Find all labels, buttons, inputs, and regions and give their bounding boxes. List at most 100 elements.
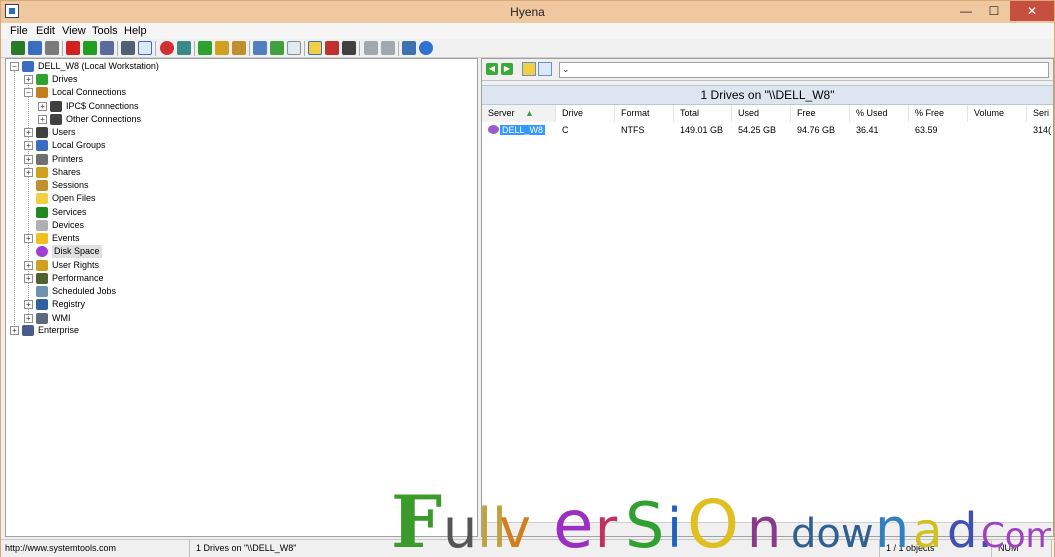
column-header-label: % Used [856,108,888,118]
services-icon [36,206,48,218]
document-icon[interactable] [287,41,301,55]
add-icon[interactable] [83,41,97,55]
table-cell[interactable]: 149.01 GB [674,123,723,137]
hierarchy-icon[interactable] [270,41,284,55]
help-icon[interactable] [419,41,433,55]
column-header-drive[interactable]: Drive [556,105,615,122]
expand-icon[interactable]: + [24,154,33,164]
column-header-free[interactable]: % Free [909,105,968,122]
delete-icon[interactable] [66,41,80,55]
cell-value: 149.01 GB [680,125,724,135]
tree-label: Local Connections [52,87,127,98]
table-cell[interactable]: 63.59 [909,123,938,137]
user-admin-icon[interactable] [342,41,356,55]
expand-icon[interactable]: + [38,101,47,111]
expand-icon[interactable]: + [10,326,19,335]
report-view-icon[interactable] [522,62,536,76]
table-cell[interactable]: 314( [1027,123,1051,137]
other-connections-icon [50,113,62,125]
column-header-server[interactable]: Server ▲ [482,105,556,122]
menu-bar: File Edit View Tools Help [1,23,1054,39]
close-button[interactable]: ✕ [1010,1,1054,21]
drives-list[interactable]: Server ▲ Drive Format Total Used Free % Used % … [482,105,1053,536]
watermark-logo: F u ll v e r S i O n dow n a d. Com [391,479,1051,555]
properties-icon[interactable] [100,41,114,55]
expand-icon[interactable]: + [24,167,33,177]
print-icon[interactable] [45,41,59,55]
toolbar-separator [398,41,399,56]
menu-file[interactable]: File [10,25,28,37]
refresh-icon[interactable] [177,41,191,55]
svg-text:n: n [747,497,781,555]
expand-icon[interactable]: + [24,128,33,137]
column-header-used[interactable]: % Used [850,105,909,122]
collapse-icon[interactable]: − [24,88,33,98]
tree-view-icon[interactable] [121,41,135,55]
toolbar-separator [194,41,195,56]
network-icon[interactable] [11,41,25,55]
expand-icon[interactable]: + [24,260,33,270]
table-cell[interactable]: 36.41 [850,123,879,137]
tree-label: Enterprise [38,325,80,335]
forward-arrow-icon[interactable]: ▶ [501,63,513,75]
bookmark-icon[interactable] [215,41,229,55]
registry-icon [36,299,48,311]
table-cell[interactable]: DELL_W8 [494,123,546,137]
expand-icon[interactable]: + [24,141,33,151]
expand-icon[interactable]: + [24,300,33,310]
table-cell[interactable]: C [556,123,569,137]
table-cell[interactable] [968,123,974,137]
tools-icon[interactable] [232,41,246,55]
detail-view-icon[interactable] [538,62,552,76]
chevron-down-icon[interactable]: ⌄ [562,64,570,75]
back-arrow-icon[interactable]: ◀ [486,63,498,75]
tree-label: DELL_W8 (Local Workstation) [38,61,159,71]
tree-pane[interactable]: − DELL_W8 (Local Workstation) + Drives − Lo… [5,58,478,537]
selected-server-cell: DELL_W8 [500,125,546,135]
svg-text:v: v [499,497,531,555]
path-combobox[interactable]: ⌄ [559,62,1049,78]
table-cell[interactable]: 54.25 GB [732,123,776,137]
minimize-button[interactable]: — [952,1,980,21]
expand-icon[interactable]: + [24,313,33,323]
filter-icon[interactable] [198,41,212,55]
window-title: Hyena [510,5,545,19]
collapse-icon[interactable]: − [10,62,19,71]
content-pane: ◀ ▶ ⌄ 1 Drives on "\\DELL_W8" Server ▲ Dr… [481,58,1054,537]
copy-icon[interactable] [253,41,267,55]
column-header-total[interactable]: Total [674,105,732,122]
chart-icon[interactable] [325,41,339,55]
list-view-icon[interactable] [138,41,152,55]
stop-icon[interactable] [160,41,174,55]
column-header-format[interactable]: Format [615,105,674,122]
column-header-label: Drive [562,108,584,118]
toolbar-separator [117,41,118,56]
column-header-free[interactable]: Free [791,105,850,122]
menu-view[interactable]: View [62,25,86,37]
computer-icon[interactable] [28,41,42,55]
column-header-volume[interactable]: Volume [968,105,1027,122]
expand-icon[interactable]: + [24,234,33,243]
expand-icon[interactable]: + [38,114,47,124]
column-header-seri[interactable]: Seri [1027,105,1053,122]
maximize-button[interactable]: ☐ [980,1,1008,21]
menu-edit[interactable]: Edit [36,25,55,37]
expand-icon[interactable]: + [24,75,33,84]
expand-icon[interactable]: + [24,273,33,283]
report-icon[interactable] [308,41,322,55]
cell-value: 54.25 GB [738,125,777,135]
toolbar-separator [155,41,156,56]
window-icon[interactable] [364,41,378,55]
table-cell[interactable]: NTFS [615,123,645,137]
menu-tools[interactable]: Tools [92,25,118,37]
column-header-used[interactable]: Used [732,105,791,122]
content-toolbar: ◀ ▶ ⌄ [482,59,1053,81]
window-tile-icon[interactable] [381,41,395,55]
content-header: 1 Drives on "\\DELL_W8" [482,85,1053,105]
main-toolbar [1,39,1054,58]
table-cell[interactable]: 94.76 GB [791,123,835,137]
tree-label: Local Groups [52,140,106,151]
tree-label: Devices [52,219,85,230]
menu-help[interactable]: Help [124,25,147,37]
options-icon[interactable] [402,41,416,55]
